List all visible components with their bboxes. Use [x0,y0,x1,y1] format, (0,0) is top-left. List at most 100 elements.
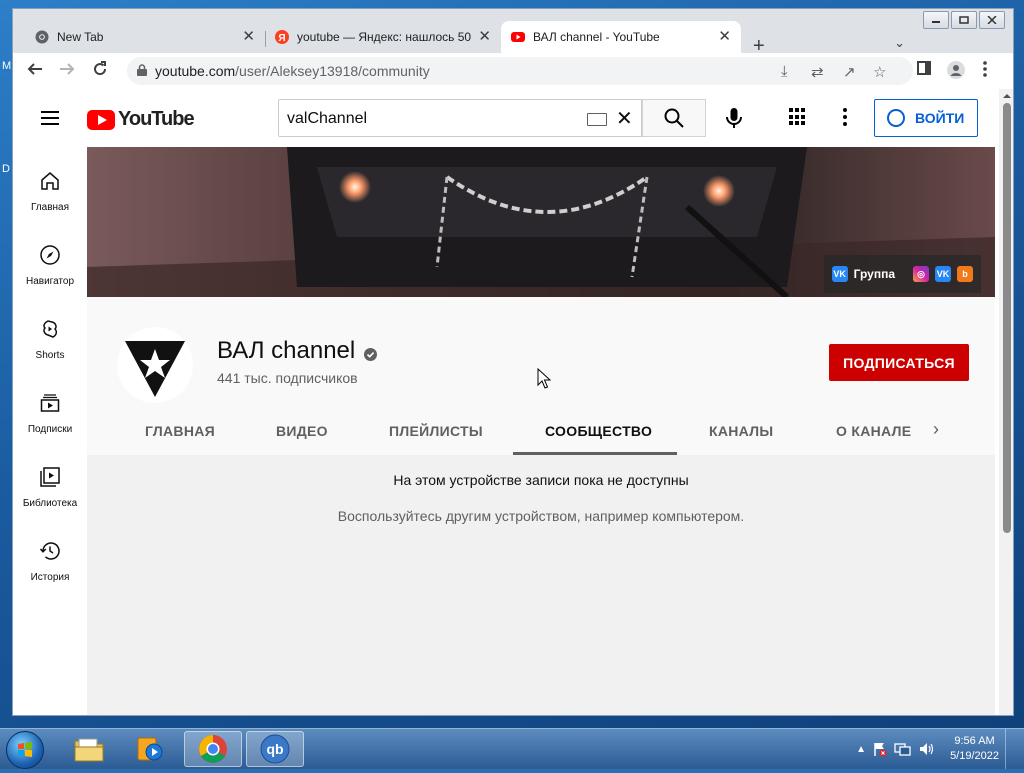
guide-label: Библиотека [22,498,78,509]
system-tray: ▲ 9:56 AM 5/19/2022 [856,729,1016,769]
show-hidden-icons-icon[interactable]: ▲ [856,744,866,755]
forward-arrow-icon [60,63,75,75]
side-panel-icon[interactable] [917,61,931,79]
guide-label: Главная [30,202,70,213]
scrollbar-thumb[interactable] [1003,103,1011,533]
search-box: ✕ [278,99,642,137]
banner-links: VK Группа ◎ VK b [823,255,981,293]
search-icon [664,108,684,128]
clock[interactable]: 9:56 AM 5/19/2022 [950,734,999,764]
clear-search-icon[interactable]: ✕ [616,106,633,131]
boosty-icon[interactable]: b [957,266,973,282]
youtube-icon [511,32,525,42]
tab-yandex[interactable]: Я youtube — Яндекс: нашлось 50 ✕ [265,21,501,53]
instagram-icon[interactable]: ◎ [913,266,929,282]
browser-menu-icon[interactable] [983,61,987,81]
signin-label: ВОЙТИ [915,110,965,126]
menu-icon[interactable] [41,111,59,125]
guide-item-explore[interactable]: Навигатор [13,243,87,287]
vk-icon[interactable]: VK [935,266,951,282]
apps-grid-icon[interactable] [789,108,807,126]
close-icon[interactable]: ✕ [242,29,255,45]
tab-playlists[interactable]: ПЛЕЙЛИСТЫ [389,423,483,439]
tab-title: youtube — Яндекс: нашлось 50 [297,30,472,44]
url-host: youtube.com [155,63,236,79]
tab-search-button[interactable]: ⌄ [894,35,905,51]
tab-channels[interactable]: КАНАЛЫ [709,423,773,439]
show-desktop-button[interactable] [1005,729,1016,769]
guide-label: Навигатор [25,276,75,287]
vk-icon[interactable]: VK [831,266,848,282]
close-icon[interactable]: ✕ [478,29,491,45]
unavailable-hint: Воспользуйтесь другим устройством, напри… [337,508,745,524]
taskbar-chrome[interactable] [184,731,242,767]
tab-new-tab[interactable]: New Tab ✕ [25,21,265,53]
scroll-up-icon[interactable] [999,91,1014,101]
search-button[interactable] [642,99,706,137]
voice-search-button[interactable] [719,103,749,133]
lock-icon [137,64,147,76]
youtube-logo[interactable]: YouTube [87,108,195,131]
account-icon [887,109,905,127]
channel-banner: VK Группа ◎ VK b [87,147,995,297]
taskbar-explorer[interactable] [62,731,116,767]
action-center-flag-icon[interactable] [872,741,888,757]
address-bar[interactable]: youtube.com/user/Aleksey13918/community … [127,57,913,85]
network-icon[interactable] [894,741,912,757]
profile-icon[interactable] [947,61,965,83]
subscriber-count: 441 тыс. подписчиков [217,370,358,386]
group-link[interactable]: Группа [854,267,895,281]
guide-item-shorts[interactable]: Shorts [13,317,87,361]
translate-icon[interactable]: ⇄ [811,63,824,81]
guide-item-library[interactable]: Библиотека [13,465,87,509]
tab-youtube[interactable]: ВАЛ channel - YouTube ✕ [501,21,741,53]
subscriptions-icon [40,394,60,412]
signin-button[interactable]: ВОЙТИ [874,99,978,137]
tab-home[interactable]: ГЛАВНАЯ [145,423,215,439]
tab-videos[interactable]: ВИДЕО [276,423,328,439]
back-arrow-icon [27,63,42,75]
youtube-header: YouTube ✕ ВОЙТИ [13,89,999,147]
back-button[interactable] [27,61,43,82]
taskbar-qbittorrent[interactable]: qb [246,731,304,767]
chrome-icon [35,30,49,44]
search-input[interactable] [285,106,579,132]
windows-logo-icon [18,742,32,757]
guide-item-history[interactable]: История [13,539,87,583]
desktop-edge-text: D [2,163,10,175]
clock-date: 5/19/2022 [950,750,999,762]
yandex-icon: Я [275,30,289,44]
tab-title: ВАЛ channel - YouTube [533,30,660,44]
bookmark-star-icon[interactable]: ☆ [873,63,886,81]
settings-kebab-icon[interactable] [843,108,847,129]
reload-button[interactable] [92,61,108,82]
forward-button[interactable] [59,61,75,82]
tab-strip: New Tab ✕ Я youtube — Яндекс: нашлось 50… [13,21,1013,57]
page-viewport: YouTube ✕ ВОЙТИ Главная [13,89,1014,715]
tab-about[interactable]: О КАНАЛЕ [836,423,911,439]
file-explorer-icon [74,738,104,762]
channel-name: ВАЛ channel [217,337,356,364]
chevron-right-icon[interactable]: › [933,419,939,440]
page-scrollbar[interactable] [999,89,1014,715]
tab-community[interactable]: СООБЩЕСТВО [545,423,652,439]
guide-item-home[interactable]: Главная [13,169,87,213]
close-icon[interactable]: ✕ [718,29,731,45]
keyboard-icon[interactable] [587,113,607,126]
start-button[interactable] [6,731,44,769]
guide-label: Shorts [35,350,65,361]
guide-label: Подписки [27,424,73,435]
install-app-icon[interactable]: ⤓ [781,63,788,80]
microphone-icon [726,108,742,128]
share-icon[interactable]: ↗ [843,63,856,81]
library-icon [40,467,60,487]
url-text: youtube.com/user/Aleksey13918/community [155,63,430,79]
youtube-play-icon [87,109,115,130]
guide-item-subscriptions[interactable]: Подписки [13,391,87,435]
taskbar: qb ▲ 9:56 AM 5/19/2022 [0,728,1024,769]
subscribe-button[interactable]: ПОДПИСАТЬСЯ [829,344,969,381]
channel-avatar[interactable] [117,327,193,403]
volume-icon[interactable] [918,741,936,757]
taskbar-media-player[interactable] [122,731,176,767]
verified-badge-icon [364,348,377,361]
